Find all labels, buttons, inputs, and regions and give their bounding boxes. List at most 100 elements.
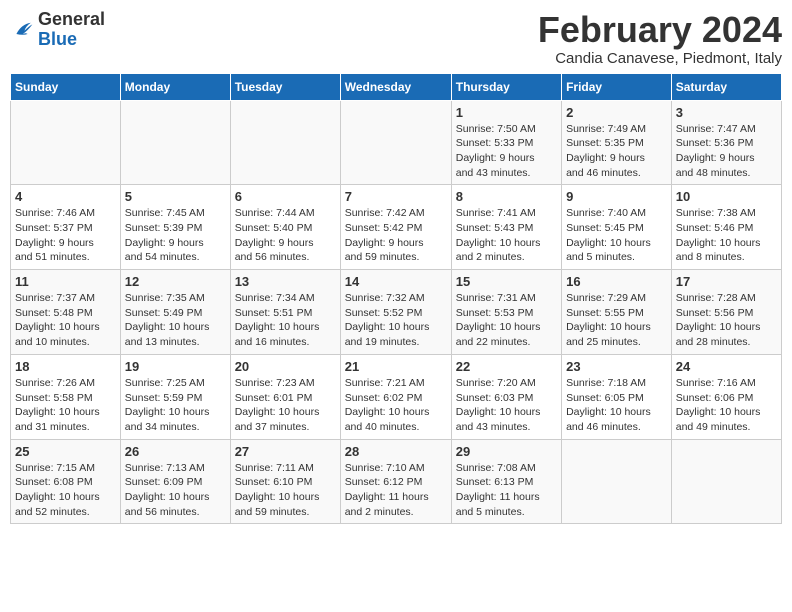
day-info: Sunrise: 7:11 AM Sunset: 6:10 PM Dayligh…	[235, 461, 336, 520]
day-number: 9	[566, 189, 667, 204]
title-block: February 2024 Candia Canavese, Piedmont,…	[538, 10, 782, 67]
day-number: 8	[456, 189, 557, 204]
day-info: Sunrise: 7:18 AM Sunset: 6:05 PM Dayligh…	[566, 376, 667, 435]
week-row-1: 1Sunrise: 7:50 AM Sunset: 5:33 PM Daylig…	[11, 100, 782, 185]
day-cell: 14 Sunrise: 7:32 AM Sunset: 5:52 PM Dayli…	[340, 270, 451, 355]
page-header: General Blue February 2024 Candia Canave…	[10, 10, 782, 67]
day-cell: 3 Sunrise: 7:47 AM Sunset: 5:36 PM Daylig…	[671, 100, 781, 185]
day-cell: 21Sunrise: 7:21 AM Sunset: 6:02 PM Dayli…	[340, 354, 451, 439]
day-cell: 24 Sunrise: 7:16 AM Sunset: 6:06 PM Dayli…	[671, 354, 781, 439]
day-info: Sunrise: 7:29 AM Sunset: 5:55 PM Dayligh…	[566, 291, 667, 350]
day-cell: 27Sunrise: 7:11 AM Sunset: 6:10 PM Dayli…	[230, 439, 340, 524]
day-number: 17	[676, 274, 777, 289]
day-info: Sunrise: 7:32 AM Sunset: 5:52 PM Dayligh…	[345, 291, 447, 350]
day-cell: 8 Sunrise: 7:41 AM Sunset: 5:43 PM Daylig…	[451, 185, 561, 270]
day-cell	[230, 100, 340, 185]
day-cell: 16 Sunrise: 7:29 AM Sunset: 5:55 PM Dayli…	[562, 270, 672, 355]
day-cell	[562, 439, 672, 524]
day-cell: 18Sunrise: 7:26 AM Sunset: 5:58 PM Dayli…	[11, 354, 121, 439]
month-title: February 2024	[538, 10, 782, 50]
col-header-wednesday: Wednesday	[340, 73, 451, 100]
logo-general-text: General	[38, 9, 105, 29]
day-number: 13	[235, 274, 336, 289]
day-info: Sunrise: 7:50 AM Sunset: 5:33 PM Dayligh…	[456, 122, 557, 181]
day-cell: 12 Sunrise: 7:35 AM Sunset: 5:49 PM Dayli…	[120, 270, 230, 355]
logo-bird-icon	[10, 18, 34, 42]
day-number: 11	[15, 274, 116, 289]
day-info: Sunrise: 7:45 AM Sunset: 5:39 PM Dayligh…	[125, 206, 226, 265]
calendar-table: SundayMondayTuesdayWednesdayThursdayFrid…	[10, 73, 782, 525]
day-info: Sunrise: 7:31 AM Sunset: 5:53 PM Dayligh…	[456, 291, 557, 350]
col-header-sunday: Sunday	[11, 73, 121, 100]
day-cell: 5 Sunrise: 7:45 AM Sunset: 5:39 PM Daylig…	[120, 185, 230, 270]
day-number: 2	[566, 105, 667, 120]
day-info: Sunrise: 7:23 AM Sunset: 6:01 PM Dayligh…	[235, 376, 336, 435]
day-number: 19	[125, 359, 226, 374]
day-number: 22	[456, 359, 557, 374]
day-cell: 7Sunrise: 7:42 AM Sunset: 5:42 PM Daylig…	[340, 185, 451, 270]
col-header-thursday: Thursday	[451, 73, 561, 100]
day-cell: 15 Sunrise: 7:31 AM Sunset: 5:53 PM Dayli…	[451, 270, 561, 355]
day-info: Sunrise: 7:49 AM Sunset: 5:35 PM Dayligh…	[566, 122, 667, 181]
day-info: Sunrise: 7:16 AM Sunset: 6:06 PM Dayligh…	[676, 376, 777, 435]
day-info: Sunrise: 7:28 AM Sunset: 5:56 PM Dayligh…	[676, 291, 777, 350]
day-cell: 25 Sunrise: 7:15 AM Sunset: 6:08 PM Dayli…	[11, 439, 121, 524]
day-number: 16	[566, 274, 667, 289]
day-cell: 20 Sunrise: 7:23 AM Sunset: 6:01 PM Dayli…	[230, 354, 340, 439]
day-info: Sunrise: 7:37 AM Sunset: 5:48 PM Dayligh…	[15, 291, 116, 350]
col-header-friday: Friday	[562, 73, 672, 100]
day-info: Sunrise: 7:46 AM Sunset: 5:37 PM Dayligh…	[15, 206, 116, 265]
day-cell: 28Sunrise: 7:10 AM Sunset: 6:12 PM Dayli…	[340, 439, 451, 524]
day-number: 23	[566, 359, 667, 374]
day-cell	[340, 100, 451, 185]
location: Candia Canavese, Piedmont, Italy	[538, 50, 782, 67]
day-number: 25	[15, 444, 116, 459]
logo: General Blue	[10, 10, 105, 50]
day-info: Sunrise: 7:13 AM Sunset: 6:09 PM Dayligh…	[125, 461, 226, 520]
day-number: 20	[235, 359, 336, 374]
col-header-tuesday: Tuesday	[230, 73, 340, 100]
day-cell: 10 Sunrise: 7:38 AM Sunset: 5:46 PM Dayli…	[671, 185, 781, 270]
day-number: 6	[235, 189, 336, 204]
day-cell: 1Sunrise: 7:50 AM Sunset: 5:33 PM Daylig…	[451, 100, 561, 185]
day-cell	[11, 100, 121, 185]
day-number: 26	[125, 444, 226, 459]
day-number: 29	[456, 444, 557, 459]
day-cell: 29 Sunrise: 7:08 AM Sunset: 6:13 PM Dayli…	[451, 439, 561, 524]
day-info: Sunrise: 7:10 AM Sunset: 6:12 PM Dayligh…	[345, 461, 447, 520]
day-info: Sunrise: 7:44 AM Sunset: 5:40 PM Dayligh…	[235, 206, 336, 265]
week-row-2: 4Sunrise: 7:46 AM Sunset: 5:37 PM Daylig…	[11, 185, 782, 270]
day-number: 15	[456, 274, 557, 289]
week-row-5: 25 Sunrise: 7:15 AM Sunset: 6:08 PM Dayli…	[11, 439, 782, 524]
header-row: SundayMondayTuesdayWednesdayThursdayFrid…	[11, 73, 782, 100]
day-info: Sunrise: 7:41 AM Sunset: 5:43 PM Dayligh…	[456, 206, 557, 265]
day-info: Sunrise: 7:20 AM Sunset: 6:03 PM Dayligh…	[456, 376, 557, 435]
week-row-4: 18Sunrise: 7:26 AM Sunset: 5:58 PM Dayli…	[11, 354, 782, 439]
day-info: Sunrise: 7:25 AM Sunset: 5:59 PM Dayligh…	[125, 376, 226, 435]
logo-blue-text: Blue	[38, 29, 77, 49]
day-number: 10	[676, 189, 777, 204]
day-info: Sunrise: 7:35 AM Sunset: 5:49 PM Dayligh…	[125, 291, 226, 350]
day-number: 18	[15, 359, 116, 374]
day-info: Sunrise: 7:40 AM Sunset: 5:45 PM Dayligh…	[566, 206, 667, 265]
day-cell	[671, 439, 781, 524]
day-info: Sunrise: 7:47 AM Sunset: 5:36 PM Dayligh…	[676, 122, 777, 181]
day-number: 14	[345, 274, 447, 289]
day-info: Sunrise: 7:15 AM Sunset: 6:08 PM Dayligh…	[15, 461, 116, 520]
day-cell: 17 Sunrise: 7:28 AM Sunset: 5:56 PM Dayli…	[671, 270, 781, 355]
day-number: 12	[125, 274, 226, 289]
day-cell: 22 Sunrise: 7:20 AM Sunset: 6:03 PM Dayli…	[451, 354, 561, 439]
day-number: 24	[676, 359, 777, 374]
day-number: 5	[125, 189, 226, 204]
day-cell: 23 Sunrise: 7:18 AM Sunset: 6:05 PM Dayli…	[562, 354, 672, 439]
day-cell: 6 Sunrise: 7:44 AM Sunset: 5:40 PM Daylig…	[230, 185, 340, 270]
day-info: Sunrise: 7:38 AM Sunset: 5:46 PM Dayligh…	[676, 206, 777, 265]
day-info: Sunrise: 7:08 AM Sunset: 6:13 PM Dayligh…	[456, 461, 557, 520]
day-number: 7	[345, 189, 447, 204]
col-header-saturday: Saturday	[671, 73, 781, 100]
week-row-3: 11 Sunrise: 7:37 AM Sunset: 5:48 PM Dayli…	[11, 270, 782, 355]
day-cell: 19 Sunrise: 7:25 AM Sunset: 5:59 PM Dayli…	[120, 354, 230, 439]
col-header-monday: Monday	[120, 73, 230, 100]
day-cell: 26 Sunrise: 7:13 AM Sunset: 6:09 PM Dayli…	[120, 439, 230, 524]
day-number: 3	[676, 105, 777, 120]
